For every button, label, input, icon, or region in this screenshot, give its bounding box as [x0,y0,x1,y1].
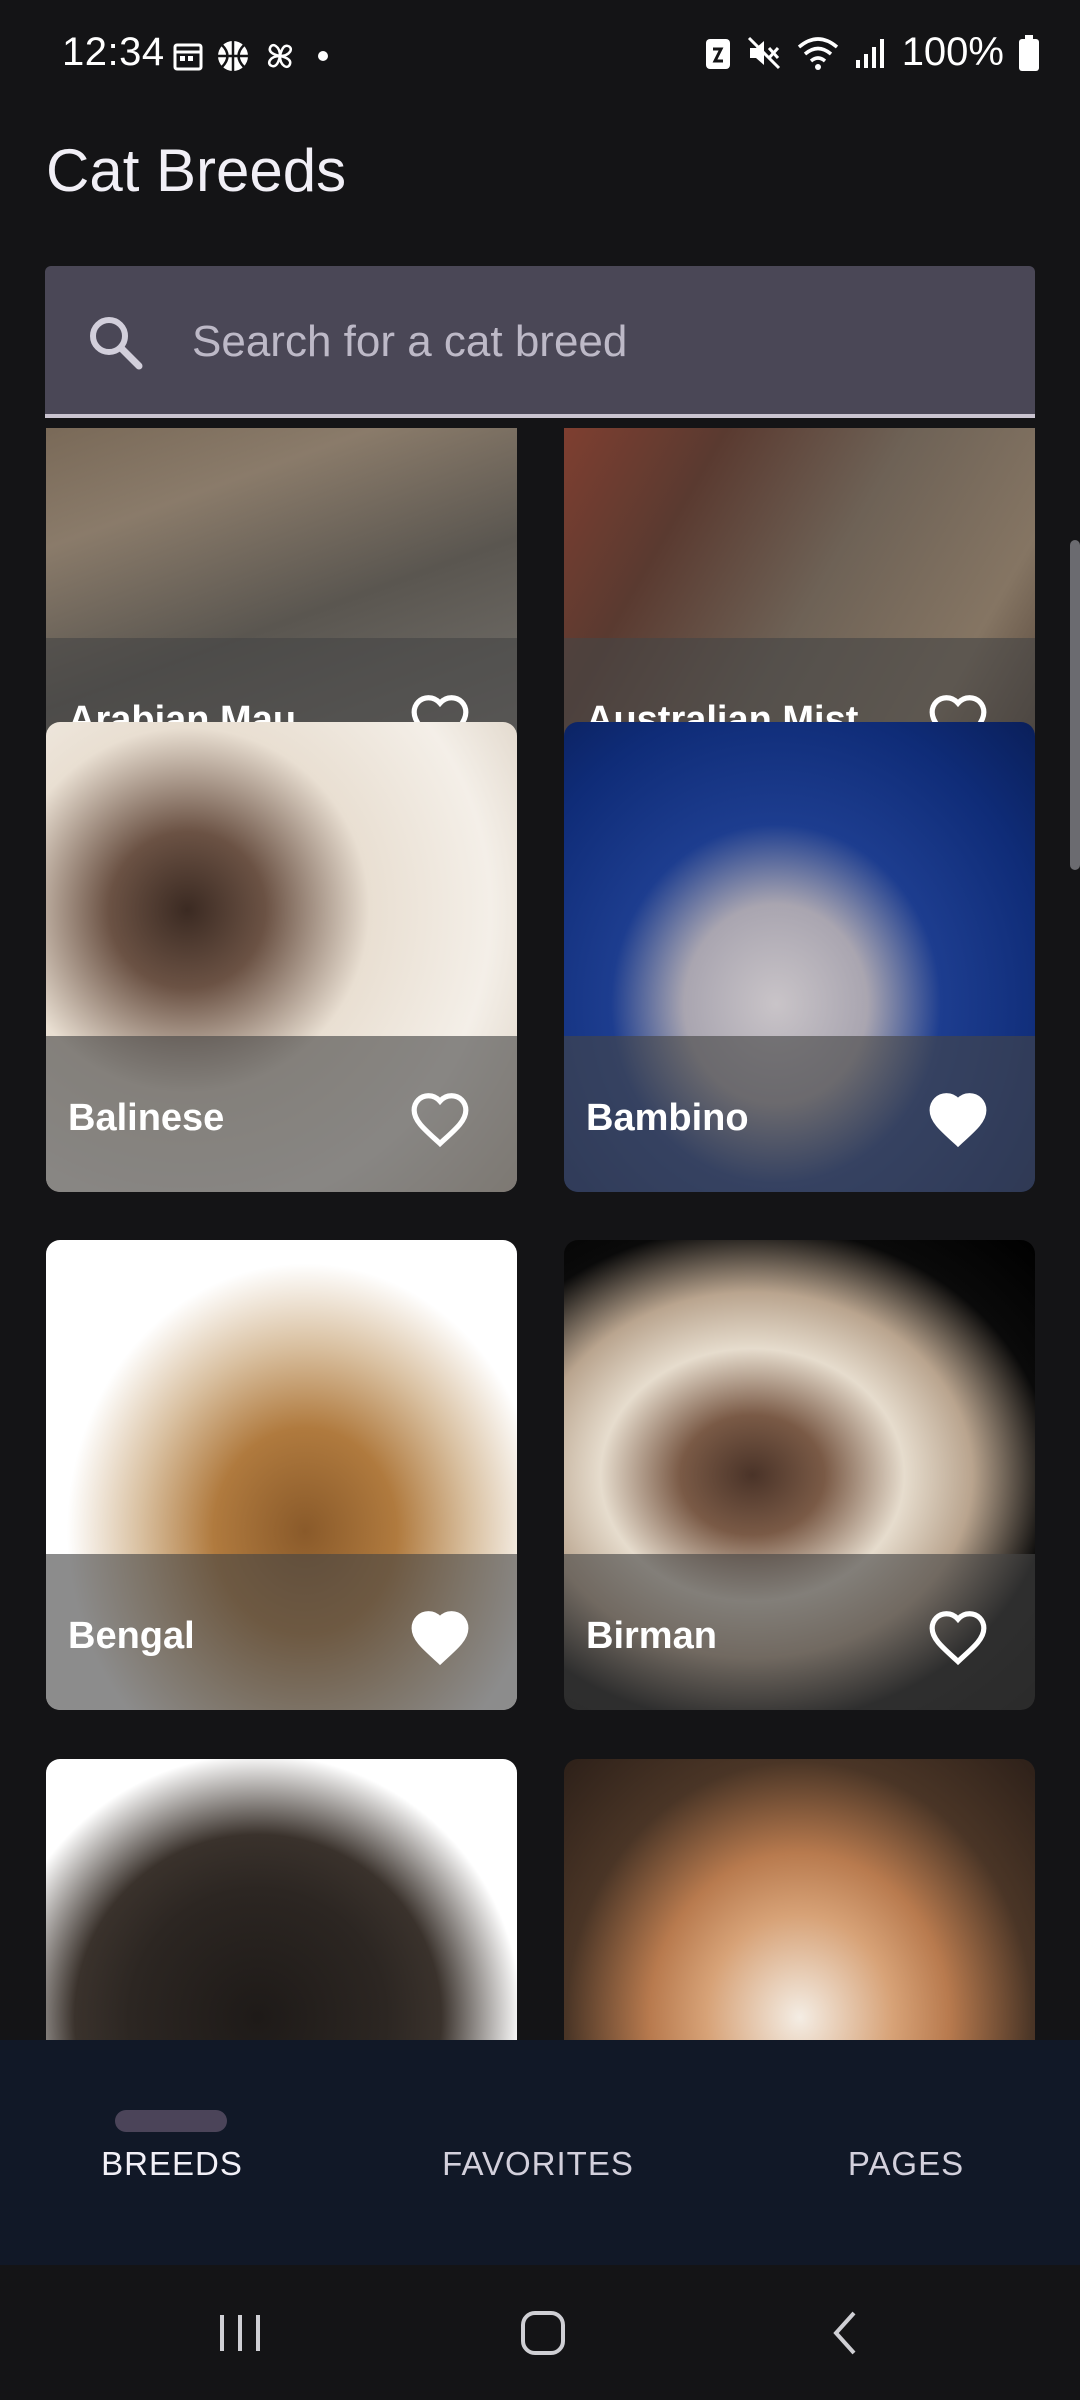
recent-apps-icon[interactable] [200,2301,280,2365]
status-bar: 12:34 100% [0,0,1080,115]
dot-icon [318,51,328,61]
breed-card-birman[interactable]: Birman [564,1240,1035,1710]
basketball-icon [218,41,248,71]
nfc-icon [705,38,730,69]
heart-outline-icon[interactable] [409,1090,471,1148]
nav-tab-breeds[interactable]: BREEDS [0,2040,360,2265]
breed-name: Birman [586,1615,717,1657]
nav-label: PAGES [847,2145,965,2182]
home-icon[interactable] [503,2301,583,2365]
battery-icon [1019,34,1039,71]
battery-percent: 100% [901,30,1004,74]
nav-label: BREEDS [101,2145,243,2182]
breed-photo [46,1759,517,2040]
breed-name: Bengal [68,1615,195,1657]
breed-card-bambino[interactable]: Bambino [564,722,1035,1192]
heart-filled-icon[interactable] [927,1090,989,1148]
heart-filled-icon[interactable] [409,1608,471,1666]
back-icon[interactable] [806,2301,886,2365]
status-time: 12:34 [62,30,165,74]
breed-card-black-cat[interactable] [46,1759,517,2040]
breed-grid[interactable]: Arabian Mau Australian Mist Balinese Bam… [0,428,1080,2040]
bottom-navigation: BREEDS FAVORITES PAGES [0,2040,1080,2265]
breed-card-persian[interactable] [564,1759,1035,2040]
mute-icon [747,36,780,69]
nav-label: FAVORITES [442,2145,634,2182]
signal-icon [855,38,884,68]
search-input[interactable] [190,306,974,378]
nav-tab-favorites[interactable]: FAVORITES [358,2040,718,2265]
breed-card-balinese[interactable]: Balinese [46,722,517,1192]
search-icon [90,317,143,370]
breed-card-bengal[interactable]: Bengal [46,1240,517,1710]
heart-outline-icon[interactable] [927,1608,989,1666]
status-left-icons [172,38,336,74]
breed-name: Balinese [68,1097,225,1139]
page-title: Cat Breeds [46,137,347,204]
scrollbar[interactable] [1070,540,1080,870]
system-navigation [0,2265,1080,2400]
wifi-icon [797,36,838,70]
pinwheel-icon [268,44,292,68]
status-right-icons: 100% [704,30,1040,75]
calendar-icon [173,43,203,71]
search-bar[interactable] [45,266,1035,418]
breed-name: Bambino [586,1097,749,1139]
nav-tab-pages[interactable]: PAGES [726,2040,1080,2265]
active-indicator [115,2110,227,2132]
breed-photo [564,1759,1035,2040]
